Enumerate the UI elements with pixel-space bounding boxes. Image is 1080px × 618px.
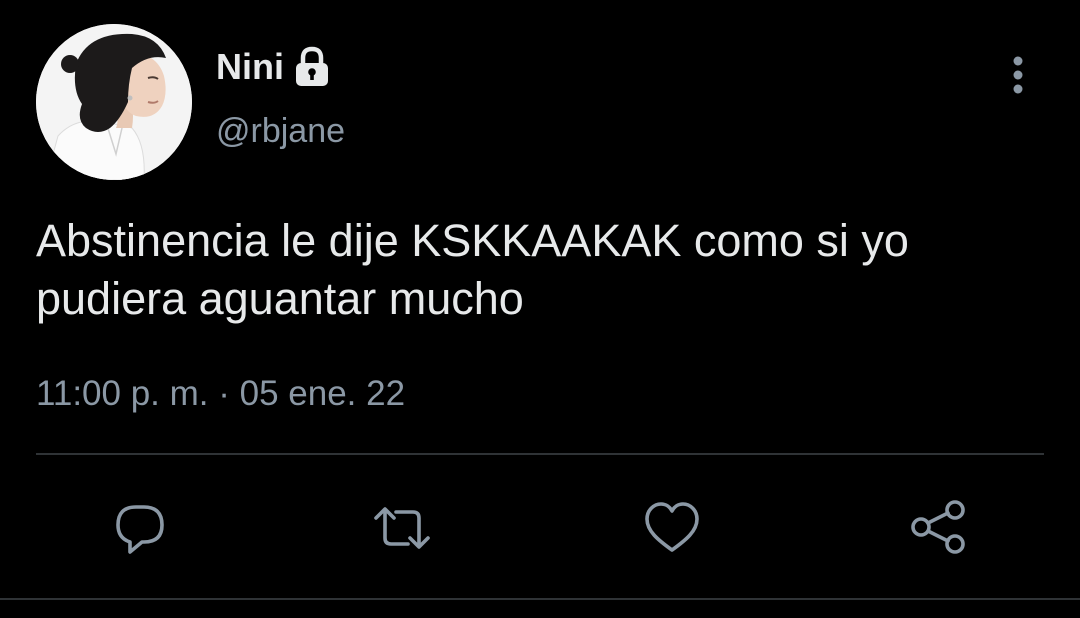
divider — [36, 453, 1044, 455]
like-button[interactable] — [642, 498, 702, 558]
tweet-detail: Nini @rbjane Abstinencia le dije KSKKAAK… — [0, 0, 1080, 618]
heart-icon — [645, 502, 699, 552]
reply-button[interactable] — [110, 498, 170, 558]
retweet-arrows-icon — [374, 507, 430, 549]
divider-bottom — [0, 598, 1080, 600]
more-options-button[interactable] — [1000, 50, 1036, 100]
display-name[interactable]: Nini — [216, 46, 284, 88]
vertical-ellipsis-icon — [1013, 56, 1023, 94]
tweet-timestamp[interactable]: 11:00 p. m. · 05 ene. 22 — [36, 374, 405, 414]
lock-icon — [292, 44, 332, 90]
avatar[interactable] — [36, 24, 192, 180]
author-handle[interactable]: @rbjane — [216, 112, 345, 151]
tweet-text: Abstinencia le dije KSKKAAKAK como si yo… — [36, 215, 909, 324]
share-button[interactable] — [908, 498, 968, 558]
share-nodes-icon — [911, 500, 965, 554]
profile-photo — [36, 24, 192, 180]
speech-bubble-icon — [116, 505, 164, 554]
retweet-button[interactable] — [372, 498, 432, 558]
author-name-row[interactable]: Nini — [216, 42, 332, 92]
